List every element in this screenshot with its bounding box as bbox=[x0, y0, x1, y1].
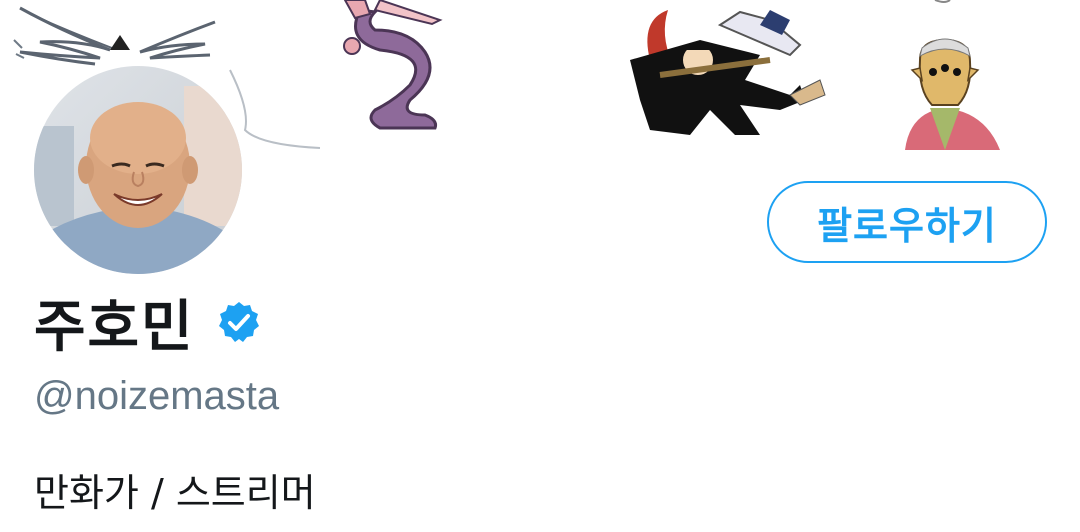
swordsman-illustration bbox=[630, 10, 826, 135]
profile-page: 팔로우하기 주호민 @noizemasta 만화가 / 스트리머 bbox=[0, 0, 1080, 532]
profile-name-row: 주호민 bbox=[34, 282, 261, 362]
display-name: 주호민 bbox=[34, 294, 195, 360]
winged-figure-illustration bbox=[13, 6, 216, 66]
avatar-photo bbox=[34, 66, 242, 274]
follow-button[interactable]: 팔로우하기 bbox=[767, 181, 1047, 263]
three-eyed-elder-illustration bbox=[905, 38, 1000, 150]
profile-handle: @noizemasta bbox=[34, 374, 280, 418]
serpent-illustration bbox=[343, 0, 443, 130]
profile-bio: 만화가 / 스트리머 bbox=[34, 471, 316, 515]
verified-badge-icon bbox=[217, 300, 261, 344]
profile-avatar[interactable] bbox=[30, 62, 246, 278]
